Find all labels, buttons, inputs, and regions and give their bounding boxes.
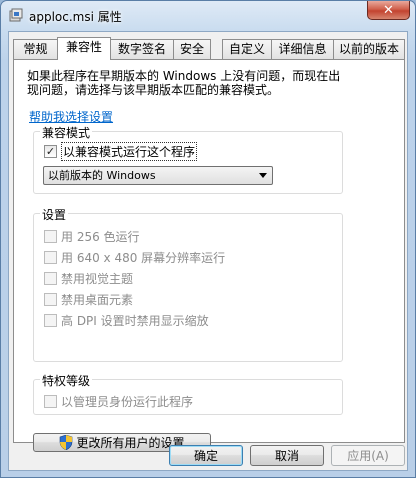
apply-button[interactable]: 应用(A) — [331, 445, 405, 466]
setting-disable-dpi-scaling-label: 高 DPI 设置时禁用显示缩放 — [61, 313, 209, 328]
tab-custom[interactable]: 自定义 — [222, 39, 272, 59]
run-as-admin-checkbox[interactable] — [44, 394, 57, 408]
settings-group: 设置 用 256 色运行 用 640 x 480 屏幕分辨率运行 禁用视觉主题 … — [33, 206, 343, 362]
compatibility-panel: 如果此程序在早期版本的 Windows 上没有问题，而现在出 现问题，请选择与该… — [13, 59, 405, 452]
close-button[interactable]: ✕ — [367, 1, 410, 20]
tab-security[interactable]: 安全 — [173, 39, 211, 59]
tab-details[interactable]: 详细信息 — [271, 39, 334, 59]
tab-general[interactable]: 常规 — [13, 39, 58, 59]
os-version-selected: 以前版本的 Windows — [48, 169, 156, 182]
uac-shield-icon — [60, 435, 73, 450]
window-title: apploc.msi 属性 — [29, 10, 122, 24]
compat-mode-group: 兼容模式 ✓ 以兼容模式运行这个程序 以前版本的 Windows — [33, 124, 343, 194]
setting-disable-desktop-composition-checkbox[interactable] — [44, 292, 57, 306]
compat-mode-title: 兼容模式 — [40, 124, 93, 141]
properties-window: apploc.msi 属性 ✕ 常规 兼容性 数字签名 安全 自定义 详细信息 … — [0, 0, 416, 478]
setting-disable-visual-themes-checkbox[interactable] — [44, 271, 57, 285]
setting-256-colors-checkbox[interactable] — [44, 229, 57, 243]
setting-640x480[interactable]: 用 640 x 480 屏幕分辨率运行 — [44, 250, 226, 265]
setting-disable-dpi-scaling[interactable]: 高 DPI 设置时禁用显示缩放 — [44, 313, 209, 328]
compat-mode-label: 以兼容模式运行这个程序 — [61, 141, 198, 161]
setting-256-colors-label: 用 256 色运行 — [61, 229, 140, 244]
tab-previous-versions[interactable]: 以前的版本 — [333, 39, 405, 59]
setting-disable-desktop-composition-label: 禁用桌面元素 — [61, 292, 134, 307]
privilege-level-group: 特权等级 以管理员身份运行此程序 — [33, 372, 343, 415]
tab-strip: 常规 兼容性 数字签名 安全 自定义 详细信息 以前的版本 — [13, 37, 405, 60]
setting-640x480-checkbox[interactable] — [44, 250, 57, 264]
run-as-admin-label: 以管理员身份运行此程序 — [61, 394, 194, 409]
privilege-level-title: 特权等级 — [40, 372, 93, 389]
title-bar[interactable]: apploc.msi 属性 ✕ — [1, 1, 415, 31]
tab-compatibility[interactable]: 兼容性 — [57, 37, 111, 60]
setting-disable-visual-themes[interactable]: 禁用视觉主题 — [44, 271, 134, 286]
intro-line-2: 现问题，请选择与该早期版本匹配的兼容模式。 — [27, 83, 280, 97]
tab-digital-signatures[interactable]: 数字签名 — [110, 39, 174, 59]
setting-256-colors[interactable]: 用 256 色运行 — [44, 229, 140, 244]
run-as-admin-row[interactable]: 以管理员身份运行此程序 — [44, 394, 194, 409]
close-icon: ✕ — [383, 2, 394, 18]
settings-title: 设置 — [40, 206, 69, 223]
intro-line-1: 如果此程序在早期版本的 Windows 上没有问题，而现在出 — [27, 69, 341, 83]
os-version-select[interactable]: 以前版本的 Windows — [43, 166, 273, 185]
help-me-choose-link[interactable]: 帮助我选择设置 — [29, 108, 113, 125]
setting-640x480-label: 用 640 x 480 屏幕分辨率运行 — [61, 250, 226, 265]
cancel-button[interactable]: 取消 — [250, 445, 324, 466]
setting-disable-visual-themes-label: 禁用视觉主题 — [61, 271, 134, 286]
dialog-client-area: 常规 兼容性 数字签名 安全 自定义 详细信息 以前的版本 如果此程序在早期版本… — [8, 31, 408, 471]
msi-package-icon — [9, 8, 23, 22]
intro-text: 如果此程序在早期版本的 Windows 上没有问题，而现在出 现问题，请选择与该… — [27, 69, 397, 97]
ok-button[interactable]: 确定 — [169, 445, 243, 466]
compat-mode-checkbox[interactable]: ✓ — [44, 144, 57, 158]
chevron-down-icon — [259, 173, 267, 178]
check-mark-icon: ✓ — [45, 144, 56, 158]
setting-disable-desktop-composition[interactable]: 禁用桌面元素 — [44, 292, 134, 307]
compat-mode-checkbox-row[interactable]: ✓ 以兼容模式运行这个程序 — [44, 141, 198, 161]
setting-disable-dpi-scaling-checkbox[interactable] — [44, 313, 57, 327]
